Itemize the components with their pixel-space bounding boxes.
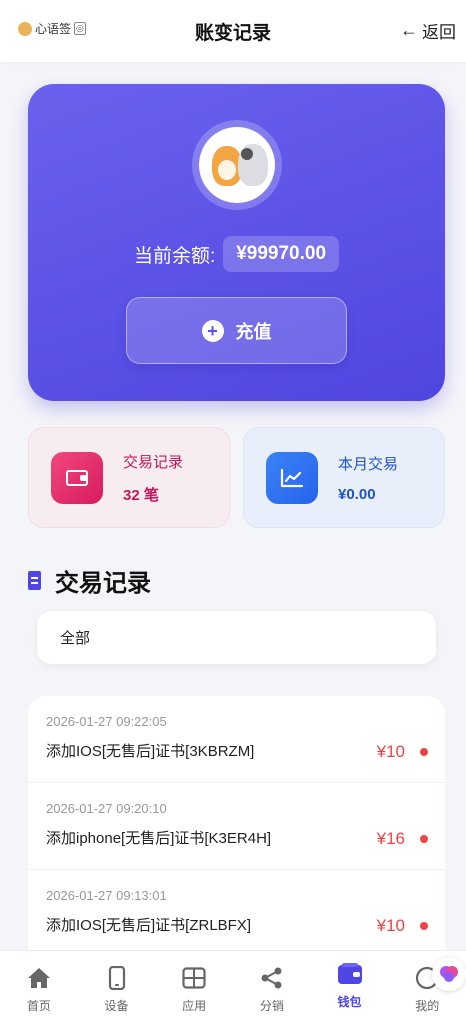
nav-label: 首页 [26,999,51,1013]
logo-text: 心语签 [35,22,72,36]
wallet-icon [51,451,103,504]
balance-label: 当前余额: [133,245,216,267]
tx-desc: 添加IOS[无售后]证书[ZRLBFX] [46,917,252,934]
wallet-icon [337,961,363,987]
back-button[interactable]: ← 返回 [400,18,456,43]
tx-amount: ¥10 [376,742,405,761]
logo-tag: ◎ [74,22,86,35]
tx-desc: 添加IOS[无售后]证书[3KBRZM] [46,743,255,760]
section-title: 交易记录 [55,570,151,597]
nav-wallet[interactable]: 钱包 [311,951,389,1024]
cat-illustration [238,144,268,186]
balance-row: 当前余额: ¥99970.00 [28,236,445,272]
stat-value: ¥0.00 [338,485,376,503]
cat-logo-icon [18,21,32,36]
section-header: 交易记录 [28,563,151,598]
recharge-button[interactable]: + 充值 [126,297,347,364]
status-dot [420,835,428,843]
app-logo: 心语签 ◎ [18,20,86,37]
stat-title: 本月交易 [338,455,399,473]
stat-card-monthly[interactable]: 本月交易 ¥0.00 [243,427,445,528]
tx-amount: ¥16 [376,829,405,848]
page-title: 账变记录 [194,22,271,44]
nav-label: 设备 [104,999,129,1013]
stat-card-transactions[interactable]: 交易记录 32 笔 [28,427,230,528]
tx-amount: ¥10 [376,916,405,935]
nav-label: 我的 [415,999,440,1013]
balance-card: 当前余额: ¥99970.00 + 充值 [28,84,445,401]
share-icon [259,965,285,991]
back-label: 返回 [422,23,456,42]
tx-time: 2026-01-27 09:13:01 [46,888,167,903]
nav-devices[interactable]: 设备 [78,951,156,1024]
recharge-label: 充值 [235,321,272,342]
nav-apps[interactable]: 应用 [155,951,233,1024]
device-icon [104,965,130,991]
nav-label: 钱包 [337,995,362,1009]
balance-value: ¥99970.00 [223,236,340,272]
receipt-icon [28,571,41,590]
chart-line-icon [266,451,318,504]
home-icon [26,965,52,991]
stat-value: 32 笔 [123,486,159,504]
list-item[interactable]: 2026-01-27 09:22:05 添加IOS[无售后]证书[3KBRZM]… [28,696,445,783]
tx-time: 2026-01-27 09:20:10 [46,801,167,816]
transaction-filter-select[interactable]: 全部 [37,611,436,664]
bottom-nav: 首页 设备 应用 分销 钱包 我的 [0,950,466,1024]
nav-label: 应用 [182,999,207,1013]
avatar[interactable] [199,127,275,203]
status-dot [420,748,428,756]
nav-label: 分销 [259,999,284,1013]
brain-icon[interactable] [432,957,466,991]
tx-desc: 添加iphone[无售后]证书[K3ER4H] [46,830,272,847]
top-bar: 心语签 ◎ 账变记录 ← 返回 [0,0,466,62]
nav-distribution[interactable]: 分销 [233,951,311,1024]
list-item[interactable]: 2026-01-27 09:13:01 添加IOS[无售后]证书[ZRLBFX]… [28,870,445,956]
stat-title: 交易记录 [123,453,184,471]
plus-circle-icon: + [201,319,224,342]
avatar-ring [192,120,282,210]
arrow-left-icon: ← [400,20,418,40]
nav-home[interactable]: 首页 [0,951,78,1024]
list-item[interactable]: 2026-01-27 09:20:10 添加iphone[无售后]证书[K3ER… [28,783,445,870]
status-dot [420,922,428,930]
apps-icon [181,965,207,991]
transaction-list: 2026-01-27 09:22:05 添加IOS[无售后]证书[3KBRZM]… [28,696,445,956]
tx-time: 2026-01-27 09:22:05 [46,714,167,729]
